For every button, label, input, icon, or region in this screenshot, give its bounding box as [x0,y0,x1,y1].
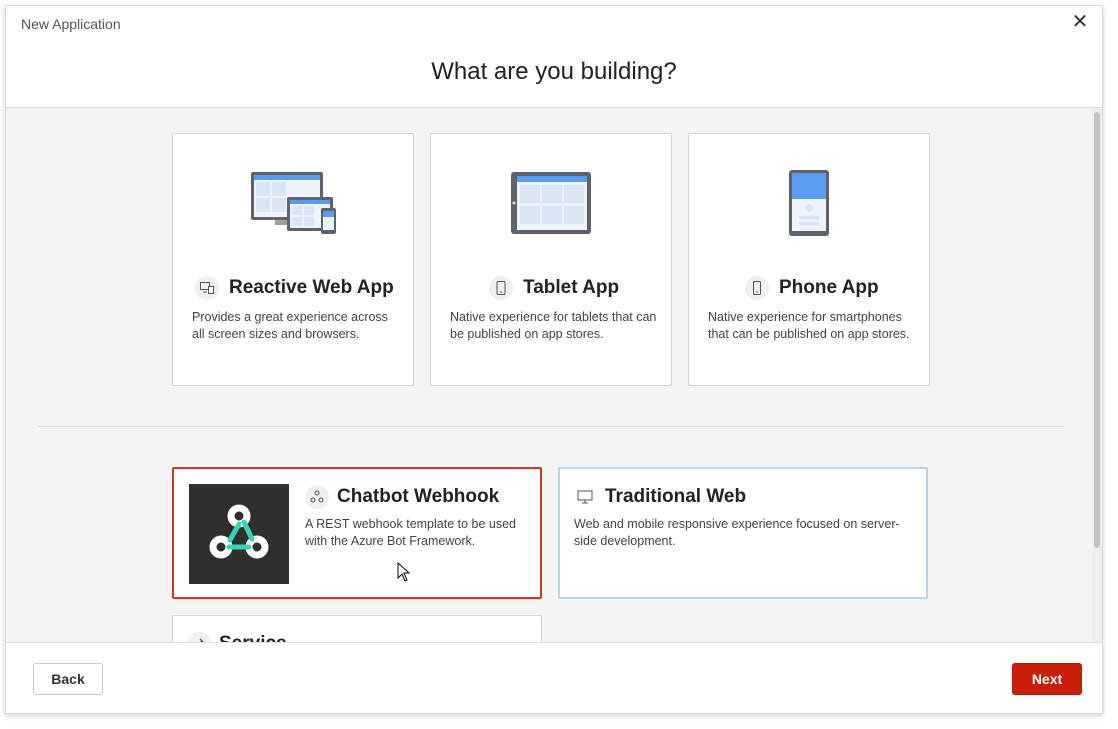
monitor-icon [573,485,597,509]
dialog-header: New Application ✕ What are you building? [6,6,1102,108]
webhook-icon [305,485,329,509]
card-title: Traditional Web [605,486,747,507]
new-application-dialog: New Application ✕ What are you building? [5,5,1103,714]
card-tablet-app[interactable]: Tablet App Native experience for tablets… [430,133,672,386]
card-title-row: Phone App [745,276,879,300]
card-phone-app[interactable]: Phone App Native experience for smartpho… [688,133,930,386]
card-reactive-web-app[interactable]: Reactive Web App Provides a great experi… [172,133,414,386]
card-service[interactable]: Service [172,615,542,642]
close-icon[interactable]: ✕ [1070,12,1090,32]
card-description: Web and mobile responsive experience foc… [574,517,900,548]
card-title-row: Reactive Web App [195,276,394,300]
card-title: Phone App [779,277,879,298]
scrollbar[interactable] [1092,108,1102,642]
card-chatbot-webhook[interactable]: Chatbot Webhook A REST webhook template … [172,467,542,599]
service-icon [187,632,211,642]
card-title-row: Chatbot Webhook [305,485,499,509]
section-divider [38,426,1064,427]
tablet-illustration [431,168,671,238]
dialog-footer: Back Next [6,642,1102,713]
card-title-row: Service [187,632,287,642]
devices-icon [195,276,219,300]
phone-illustration [689,168,929,238]
back-button[interactable]: Back [33,663,103,695]
card-title-row: Tablet App [489,276,619,300]
card-title-row: Traditional Web [573,485,746,509]
card-title: Tablet App [523,277,620,298]
next-button[interactable]: Next [1012,663,1082,695]
card-description: Provides a great experience across all s… [192,310,388,341]
mouse-cursor-icon [397,562,411,582]
card-description: Native experience for tablets that can b… [450,310,657,341]
scrollbar-thumb[interactable] [1094,112,1100,548]
card-description: A REST webhook template to be used with … [305,517,517,548]
card-traditional-web[interactable]: Traditional Web Web and mobile responsiv… [558,467,928,599]
card-title: Service [219,633,287,642]
card-description: Native experience for smartphones that c… [708,310,910,341]
reactive-web-illustration [173,168,413,238]
content-area: Reactive Web App Provides a great experi… [6,108,1094,642]
page-heading: What are you building? [431,58,677,85]
card-title: Reactive Web App [229,277,394,298]
tablet-icon [489,276,513,300]
webhook-logo [189,484,289,584]
window-title: New Application [21,16,121,32]
card-title: Chatbot Webhook [337,486,500,507]
phone-icon [745,276,769,300]
